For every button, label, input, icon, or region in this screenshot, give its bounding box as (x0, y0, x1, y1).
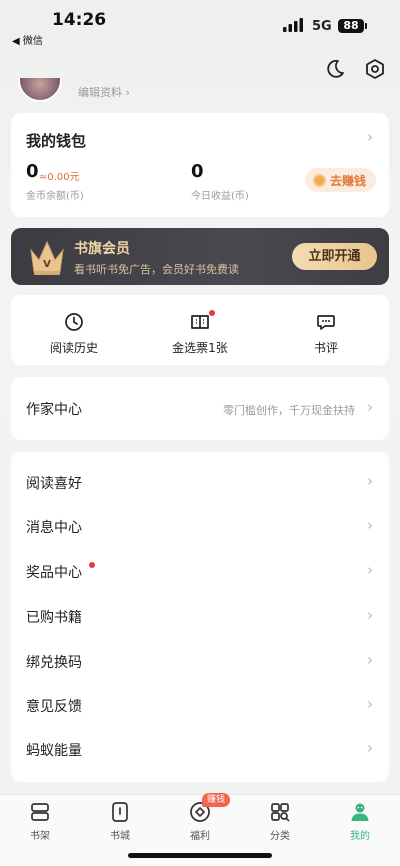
tab-label: 福利 (190, 831, 210, 842)
svg-text:V: V (43, 259, 51, 270)
back-to-wechat[interactable]: ◀ 微信 (12, 32, 43, 47)
category-icon (271, 803, 290, 822)
battery-tip (365, 23, 367, 29)
menu-item-label: 绑兑换码 (26, 655, 82, 671)
coin-icon (312, 173, 326, 187)
crown-icon: V (30, 240, 64, 275)
bookshelf-icon (31, 803, 49, 821)
home-indicator[interactable] (128, 853, 272, 858)
gold-ticket-shortcut[interactable]: 金选票1张 (137, 295, 263, 365)
ticket-icon (191, 315, 209, 329)
book-review-shortcut[interactable]: 书评 (263, 295, 389, 365)
vip-title: 书旗会员 (74, 241, 130, 257)
clock-icon (65, 313, 83, 331)
chevron-right-icon: › (367, 472, 373, 490)
notification-dot (89, 562, 95, 568)
chevron-right-icon: › (367, 739, 373, 757)
coin-balance-label: 金币余额(币) (26, 191, 84, 202)
earn-money-button[interactable]: 去赚钱 (304, 168, 376, 192)
earn-badge: 赚钱 (202, 793, 231, 807)
night-mode-icon[interactable] (324, 58, 346, 80)
menu-item-reading-preference[interactable]: 阅读喜好 › (11, 461, 389, 505)
menu-item-feedback[interactable]: 意见反馈 › (11, 684, 389, 728)
comment-icon (317, 315, 335, 330)
reading-history-label: 阅读历史 (49, 341, 98, 355)
menu-item-messages[interactable]: 消息中心 › (11, 505, 389, 549)
menu-item-label: 蚂蚁能量 (26, 743, 82, 759)
today-income-label: 今日收益(币) (191, 191, 249, 202)
vip-open-button[interactable]: 立即开通 (292, 243, 377, 270)
tab-welfare[interactable]: 赚钱 福利 (160, 793, 240, 851)
top-actions (324, 58, 386, 80)
network-type: 5G (312, 19, 332, 34)
bookstore-icon (112, 802, 128, 822)
chevron-right-icon: › (367, 128, 373, 146)
today-income: 0 (191, 161, 204, 182)
book-review-label: 书评 (313, 341, 338, 355)
chevron-right-icon: › (367, 398, 373, 416)
writer-center-subtitle: 零门槛创作，千万现金扶持 (223, 404, 355, 417)
tab-label: 书架 (30, 831, 50, 842)
chevron-right-icon: › (367, 651, 373, 669)
tab-bookshelf[interactable]: 书架 (0, 795, 80, 851)
chevron-right-icon: › (367, 561, 373, 579)
vip-banner[interactable]: V 书旗会员 看书听书免广告，会员好书免费读 立即开通 (11, 228, 389, 285)
shortcuts-card: 阅读历史 金选票1张 书评 (11, 295, 389, 365)
menu-item-prizes[interactable]: 奖品中心 › (11, 550, 389, 594)
signal-icon (283, 18, 303, 32)
menu-list: 阅读喜好 › 消息中心 › 奖品中心 › 已购书籍 › 绑兑换码 › 意见反馈 … (11, 452, 389, 782)
tab-profile[interactable]: 我的 (320, 795, 400, 851)
coin-cny-value: ≈0.00元 (39, 172, 80, 183)
menu-item-purchased-books[interactable]: 已购书籍 › (11, 595, 389, 639)
chevron-right-icon: › (367, 516, 373, 534)
tab-label: 我的 (350, 831, 370, 842)
settings-icon[interactable] (364, 58, 386, 80)
wallet-card[interactable]: 我的钱包 › 0 ≈0.00元 金币余额(币) 0 今日收益(币) 去赚钱 (11, 113, 389, 217)
chevron-right-icon: › (367, 606, 373, 624)
vip-subtitle: 看书听书免广告，会员好书免费读 (74, 263, 239, 276)
tab-category[interactable]: 分类 (240, 795, 320, 851)
menu-item-label: 消息中心 (26, 520, 82, 536)
menu-item-label: 奖品中心 (26, 565, 82, 581)
menu-item-redeem-code[interactable]: 绑兑换码 › (11, 640, 389, 684)
status-time: 14:26 (52, 10, 107, 30)
notification-dot (209, 310, 215, 316)
tab-label: 书城 (110, 831, 130, 842)
tab-label: 分类 (270, 831, 290, 842)
menu-item-label: 已购书籍 (26, 610, 82, 626)
wallet-title: 我的钱包 (26, 132, 87, 150)
avatar[interactable] (18, 78, 62, 102)
chevron-right-icon: › (367, 695, 373, 713)
profile-icon (351, 803, 369, 821)
tab-bookstore[interactable]: 书城 (80, 795, 160, 851)
status-bar: 14:26 ◀ 微信 5G 88 (0, 0, 400, 48)
coin-balance: 0 (26, 161, 39, 182)
menu-item-label: 阅读喜好 (26, 476, 82, 492)
gold-ticket-label: 金选票1张 (172, 341, 228, 355)
battery-icon: 88 (338, 19, 364, 33)
menu-item-label: 意见反馈 (26, 699, 82, 715)
earn-money-label: 去赚钱 (329, 173, 366, 188)
reading-history-shortcut[interactable]: 阅读历史 (11, 295, 137, 365)
edit-profile-link[interactable]: 编辑资料 › (78, 84, 130, 100)
menu-item-ant-energy[interactable]: 蚂蚁能量 › (11, 728, 389, 772)
writer-center-title: 作家中心 (26, 402, 82, 418)
writer-center-row[interactable]: 作家中心 零门槛创作，千万现金扶持 › (11, 377, 389, 440)
